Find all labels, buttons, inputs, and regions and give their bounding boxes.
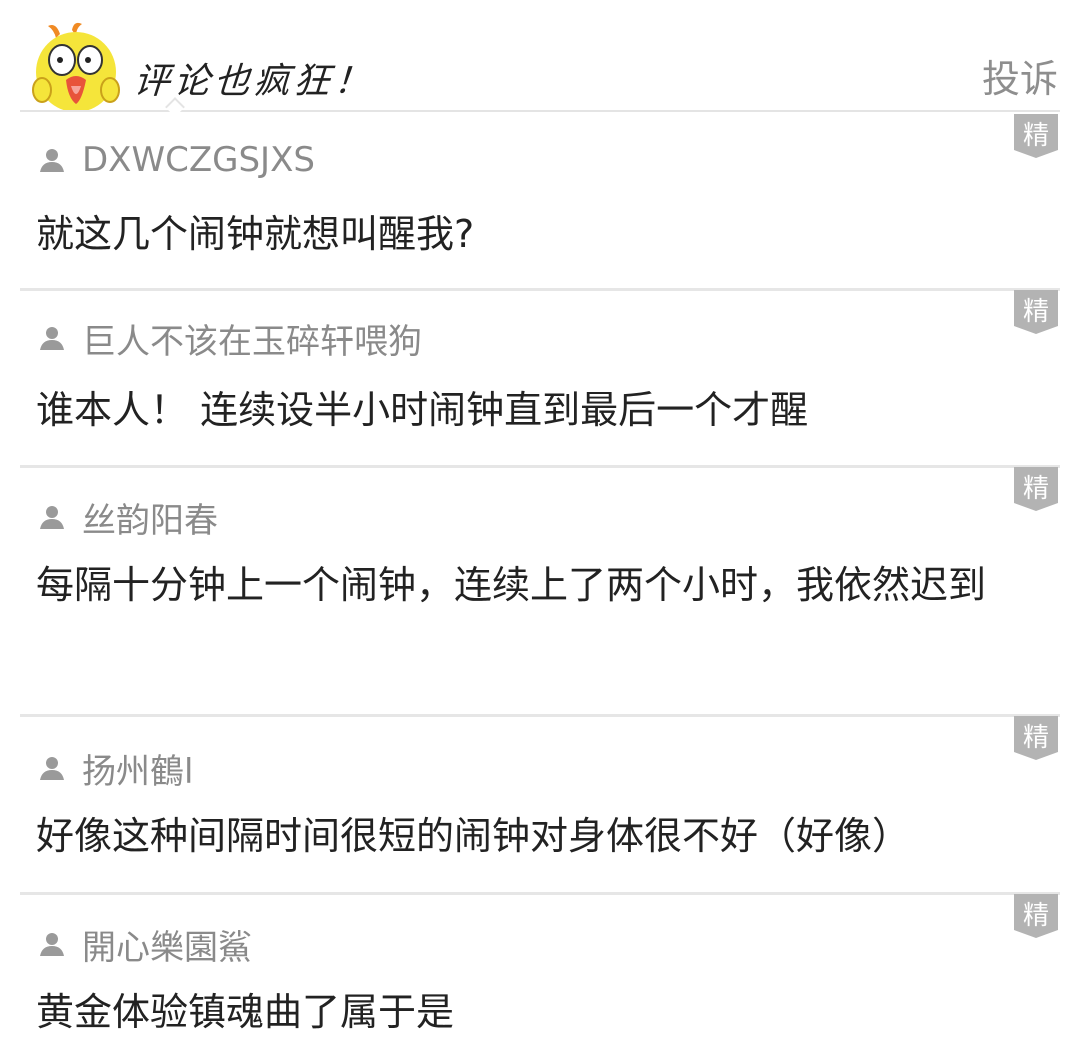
comment-divider [20,714,1060,717]
comment-divider [20,892,1060,895]
comment-text: 谁本人！ 连续设半小时闹钟直到最后一个才醒 [36,388,809,432]
featured-badge-icon: 精 [1014,290,1058,334]
svg-text:精: 精 [1023,297,1049,327]
user-icon [40,757,64,780]
yellow-bird-mascot-icon [32,22,120,112]
svg-text:精: 精 [1023,474,1049,504]
page-title: 评论也疯狂！ [132,61,376,102]
comments-header: 评论也疯狂！ 投诉 [0,0,1080,117]
comment-divider [20,288,1060,291]
svg-text:精: 精 [1023,121,1049,151]
svg-text:精: 精 [1023,723,1049,753]
comment-item: 精 開心樂園鯊 黄金体验镇魂曲了属于是 [0,892,1080,1055]
comment-text: 黄金体验镇魂曲了属于是 [36,990,455,1034]
user-icon [40,327,64,350]
comment-item: 精 巨人不该在玉碎轩喂狗 谁本人！ 连续设半小时闹钟直到最后一个才醒 [0,288,1080,466]
comment-author: 巨人不该在玉碎轩喂狗 [38,318,422,362]
username[interactable]: 丝韵阳春 [82,493,218,542]
svg-text:精: 精 [1023,901,1049,931]
featured-badge-icon: 精 [1014,114,1058,158]
comment-author: 開心樂園鯊 [38,924,252,968]
user-icon [40,506,64,529]
comment-item: 精 丝韵阳春 每隔十分钟上一个闹钟，连续上了两个小时，我依然迟到 [0,465,1080,716]
username[interactable]: DXWCZGSJXS [82,140,315,180]
comment-text: 就这几个闹钟就想叫醒我? [36,212,475,256]
comment-author: 扬州鶴l [38,748,193,792]
comment-item: 精 DXWCZGSJXS 就这几个闹钟就想叫醒我? [0,112,1080,289]
featured-badge-icon: 精 [1014,894,1058,938]
username[interactable]: 巨人不该在玉碎轩喂狗 [82,314,422,363]
username[interactable]: 開心樂園鯊 [82,920,252,969]
comment-text: 好像这种间隔时间很短的闹钟对身体很不好（好像） [36,814,911,858]
comment-author: 丝韵阳春 [38,497,218,541]
comment-author: DXWCZGSJXS [38,140,315,180]
report-button[interactable]: 投诉 [982,48,1058,103]
featured-badge-icon: 精 [1014,716,1058,760]
user-icon [40,149,64,172]
comment-divider [20,465,1060,468]
comment-text: 每隔十分钟上一个闹钟，连续上了两个小时，我依然迟到 [36,563,987,607]
username[interactable]: 扬州鶴l [82,744,193,793]
user-icon [40,933,64,956]
comment-item: 精 扬州鶴l 好像这种间隔时间很短的闹钟对身体很不好（好像） [0,714,1080,894]
featured-badge-icon: 精 [1014,467,1058,511]
